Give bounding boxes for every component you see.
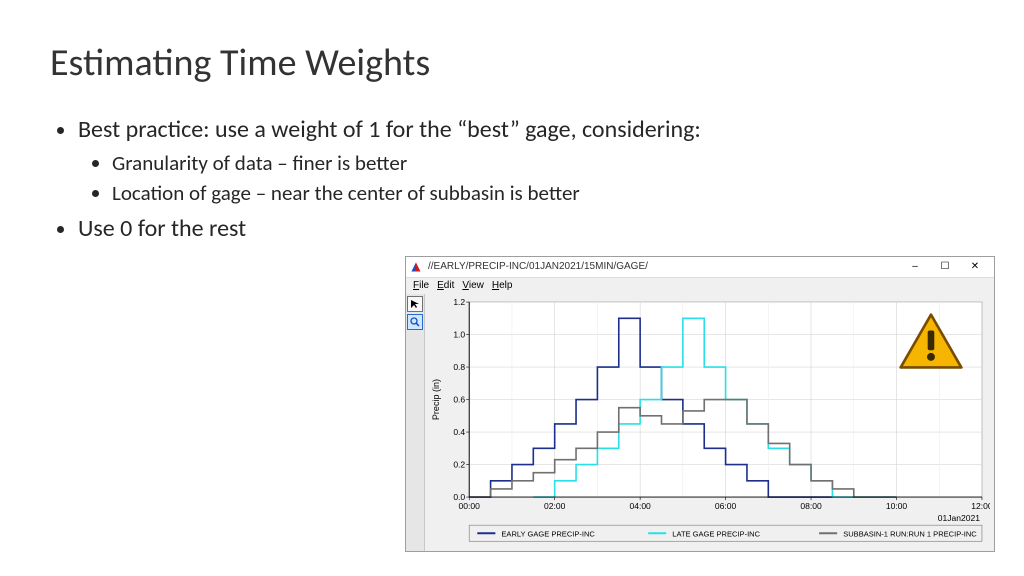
- svg-text:00:00: 00:00: [459, 501, 481, 511]
- menu-edit[interactable]: Edit: [434, 280, 457, 291]
- svg-text:SUBBASIN-1 RUN:RUN 1 PRECIP-IN: SUBBASIN-1 RUN:RUN 1 PRECIP-INC: [843, 529, 977, 538]
- svg-text:0.8: 0.8: [453, 362, 465, 372]
- bullet-1: Best practice: use a weight of 1 for the…: [78, 114, 974, 207]
- bullet-2: Use 0 for the rest: [78, 213, 974, 245]
- plot-area[interactable]: 0.00.20.40.60.81.01.200:0002:0004:0006:0…: [425, 294, 994, 551]
- close-button[interactable]: ✕: [960, 258, 990, 276]
- svg-text:08:00: 08:00: [800, 501, 822, 511]
- svg-text:04:00: 04:00: [629, 501, 651, 511]
- zoom-tool[interactable]: [407, 314, 423, 330]
- bullet-list: Best practice: use a weight of 1 for the…: [50, 114, 974, 245]
- maximize-button[interactable]: ☐: [930, 258, 960, 276]
- warning-icon: [898, 312, 964, 370]
- menubar: File Edit View Help: [406, 278, 994, 294]
- svg-text:LATE GAGE PRECIP-INC: LATE GAGE PRECIP-INC: [672, 529, 760, 538]
- bullet-1b: Location of gage – near the center of su…: [112, 180, 974, 207]
- svg-text:02:00: 02:00: [544, 501, 566, 511]
- svg-text:0.2: 0.2: [453, 459, 465, 469]
- svg-text:01Jan2021: 01Jan2021: [938, 513, 980, 523]
- pointer-tool[interactable]: [407, 296, 423, 312]
- page-title: Estimating Time Weights: [50, 40, 974, 86]
- app-icon: [410, 261, 422, 273]
- bullet-1a: Granularity of data – finer is better: [112, 150, 974, 177]
- window-titlebar[interactable]: //EARLY/PRECIP-INC/01JAN2021/15MIN/GAGE/…: [406, 257, 994, 278]
- plot-window: //EARLY/PRECIP-INC/01JAN2021/15MIN/GAGE/…: [405, 256, 995, 552]
- window-title: //EARLY/PRECIP-INC/01JAN2021/15MIN/GAGE/: [428, 261, 894, 272]
- menu-help[interactable]: Help: [489, 280, 516, 291]
- minimize-button[interactable]: –: [900, 258, 930, 276]
- svg-text:10:00: 10:00: [886, 501, 908, 511]
- svg-text:1.2: 1.2: [453, 297, 465, 307]
- svg-text:1.0: 1.0: [453, 329, 465, 339]
- menu-file[interactable]: File: [410, 280, 432, 291]
- svg-text:06:00: 06:00: [715, 501, 737, 511]
- svg-text:EARLY GAGE PRECIP-INC: EARLY GAGE PRECIP-INC: [501, 529, 595, 538]
- svg-text:0.4: 0.4: [453, 427, 465, 437]
- menu-view[interactable]: View: [459, 280, 487, 291]
- toolstrip: [406, 294, 425, 551]
- svg-text:12:00: 12:00: [971, 501, 990, 511]
- svg-text:0.6: 0.6: [453, 394, 465, 404]
- bullet-1-text: Best practice: use a weight of 1 for the…: [78, 115, 701, 144]
- svg-text:Precip (in): Precip (in): [431, 379, 441, 420]
